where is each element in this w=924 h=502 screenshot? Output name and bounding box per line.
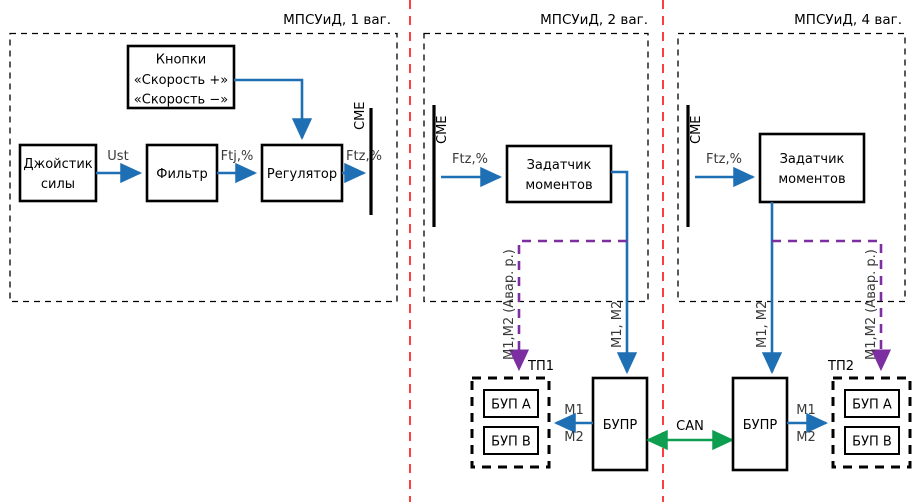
bupr-left-label: БУПР bbox=[603, 418, 638, 433]
tp1-group[interactable]: ТП1 БУП А БУП В bbox=[470, 359, 554, 469]
setpoint4-block-line1: Задатчик bbox=[780, 152, 845, 167]
bupr-right-label: БУПР bbox=[743, 418, 778, 433]
sme-bar-2-group: СМЕ bbox=[432, 105, 450, 227]
filter-block[interactable]: Фильтр bbox=[145, 143, 219, 203]
signal-ftj-label: Ftj,% bbox=[221, 149, 254, 164]
tp1-title: ТП1 bbox=[527, 359, 554, 374]
tp1-bup-b-label: БУП В bbox=[491, 435, 531, 450]
tp2-bup-b-label: БУП В bbox=[852, 435, 892, 450]
signal-m1-right-label: M1 bbox=[796, 403, 816, 418]
setpoint2-block[interactable]: Задатчик моментов bbox=[505, 144, 613, 204]
can-label: CAN bbox=[676, 419, 704, 434]
signal-ftz-1-label: Ftz,% bbox=[346, 149, 382, 164]
diagram-svg: МПСУиД, 1 ваг. Кнопки «Скорость +» «Скор… bbox=[9, 0, 912, 502]
regulator-block[interactable]: Регулятор bbox=[260, 143, 344, 203]
joystick-block-line2: силы bbox=[41, 177, 75, 192]
sme-bar-2-label: СМЕ bbox=[435, 115, 450, 144]
signal-ftz-2-label: Ftz,% bbox=[452, 152, 488, 167]
buttons-block-line1: Кнопки bbox=[156, 53, 206, 68]
tp2-bup-a-label: БУП А bbox=[852, 398, 892, 413]
sme-bar-1-label: СМЕ bbox=[353, 101, 368, 130]
joystick-block-rect[interactable] bbox=[18, 143, 98, 203]
bupr-right-block[interactable]: БУПР bbox=[731, 376, 789, 472]
buttons-block[interactable]: Кнопки «Скорость +» «Скорость −» bbox=[126, 44, 236, 110]
tp1-bup-a-label: БУП А bbox=[491, 398, 531, 413]
setpoint2-block-line2: моментов bbox=[525, 178, 592, 193]
tp2-title: ТП2 bbox=[827, 359, 854, 374]
tp2-group[interactable]: ТП2 БУП А БУП В bbox=[827, 359, 912, 469]
signal-m1m2-blue-left-label: M1, M2 bbox=[610, 301, 625, 348]
sme-bar-3-group: СМЕ bbox=[686, 105, 704, 227]
buttons-block-line2: «Скорость +» bbox=[134, 73, 228, 88]
signal-ftz-3-label: Ftz,% bbox=[706, 152, 742, 167]
signal-m2-left-label: M2 bbox=[564, 430, 584, 445]
panel-2-label: МПСУиД, 2 ваг. bbox=[540, 12, 648, 28]
wire-buttons-to-regulator bbox=[234, 78, 313, 141]
setpoint4-block-line2: моментов bbox=[778, 172, 845, 187]
filter-block-label: Фильтр bbox=[156, 167, 207, 182]
block-diagram-canvas: МПСУиД, 1 ваг. Кнопки «Скорость +» «Скор… bbox=[0, 0, 924, 502]
signal-m1m2-avar-left-label: M1,M2 (Авар. р.) bbox=[502, 249, 517, 360]
setpoint4-block-rect[interactable] bbox=[758, 132, 866, 204]
bupr-left-block[interactable]: БУПР bbox=[591, 376, 649, 472]
joystick-block-line1: Джойстик bbox=[23, 157, 92, 172]
setpoint2-block-rect[interactable] bbox=[505, 144, 613, 204]
signal-ust-label: Ust bbox=[107, 149, 128, 164]
panel-3-label: МПСУиД, 4 ваг. bbox=[794, 12, 902, 28]
signal-m1-left-label: M1 bbox=[564, 403, 584, 418]
signal-m1m2-blue-right-label: M1, M2 bbox=[755, 301, 770, 348]
signal-m1m2-avar-right-label: M1,M2 (Авар. р.) bbox=[864, 249, 879, 360]
setpoint2-block-line1: Задатчик bbox=[527, 158, 592, 173]
regulator-block-label: Регулятор bbox=[267, 167, 337, 182]
setpoint4-block[interactable]: Задатчик моментов bbox=[758, 132, 866, 204]
buttons-block-line3: «Скорость −» bbox=[134, 93, 228, 108]
signal-m2-right-label: M2 bbox=[796, 430, 816, 445]
sme-bar-3-label: СМЕ bbox=[689, 115, 704, 144]
panel-1-label: МПСУиД, 1 ваг. bbox=[283, 12, 391, 28]
joystick-block[interactable]: Джойстик силы bbox=[18, 143, 98, 203]
